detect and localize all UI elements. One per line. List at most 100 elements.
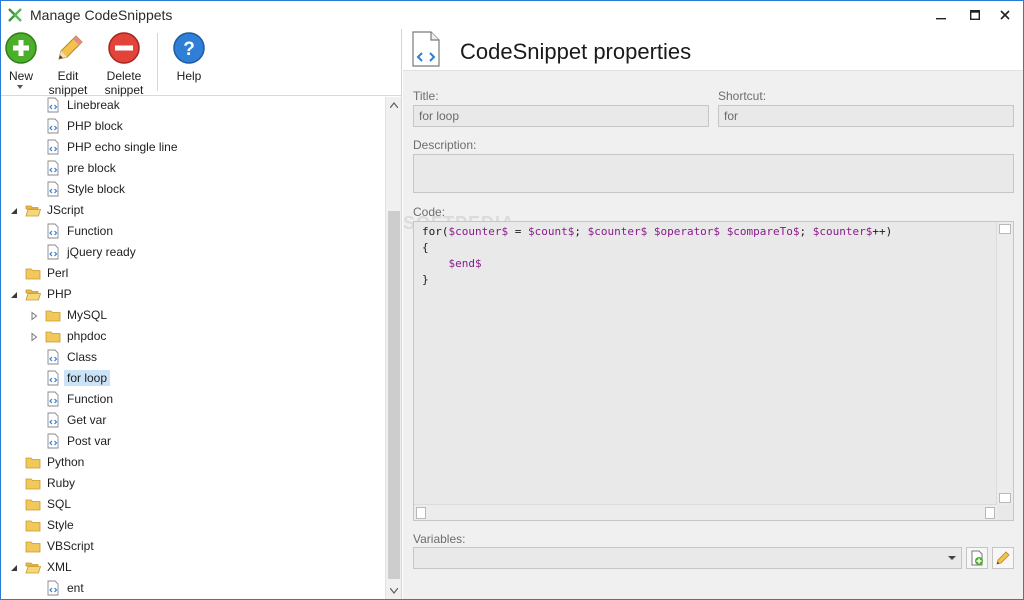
tree-item[interactable]: for loop xyxy=(29,368,111,388)
delete-label-1: Delete xyxy=(106,69,142,83)
description-label: Description: xyxy=(413,138,477,152)
folder-icon xyxy=(25,520,41,532)
tree-item-label: Class xyxy=(67,350,98,364)
collapsed-arrow-icon[interactable] xyxy=(29,310,39,321)
tree-item-label: pre block xyxy=(67,161,116,175)
new-button[interactable]: New xyxy=(3,29,39,83)
variables-dropdown[interactable] xyxy=(413,547,962,569)
tree-item[interactable]: phpdoc xyxy=(29,326,109,346)
tree-item-label: Style block xyxy=(67,182,126,196)
code-horizontal-scrollbar[interactable] xyxy=(414,504,997,520)
snippet-icon xyxy=(47,97,59,113)
tree-item[interactable]: pre block xyxy=(29,158,119,178)
tree-item[interactable]: Style block xyxy=(29,179,128,199)
snippet-icon xyxy=(47,580,59,596)
tree-item[interactable]: Post var xyxy=(29,431,114,451)
code-scroll-up-button[interactable] xyxy=(999,224,1011,234)
tree-item[interactable]: ent xyxy=(29,578,87,598)
new-label: New xyxy=(8,69,33,83)
tree-item-label: Function xyxy=(67,392,114,406)
description-textarea[interactable] xyxy=(413,154,1014,193)
window-title: Manage CodeSnippets xyxy=(30,7,173,23)
collapsed-arrow-icon[interactable] xyxy=(29,331,39,342)
code-scroll-left-button[interactable] xyxy=(416,507,426,519)
tree-item[interactable]: Class xyxy=(29,347,100,367)
chevron-down-icon xyxy=(390,588,398,594)
snippet-tree[interactable]: Linebreak PHP block PHP echo single line pr… xyxy=(1,97,385,599)
toolbar-separator xyxy=(157,33,158,91)
minus-icon xyxy=(108,32,140,64)
code-scroll-right-button[interactable] xyxy=(985,507,995,519)
question-icon: ? xyxy=(173,32,205,64)
help-button[interactable]: ? Help xyxy=(169,29,209,83)
expanded-arrow-icon[interactable] xyxy=(9,289,19,299)
tree-item[interactable]: MySQL xyxy=(29,305,110,325)
folder-open-icon xyxy=(25,289,41,301)
edit-snippet-button[interactable]: Edit snippet xyxy=(45,29,91,97)
edit-variable-button[interactable] xyxy=(992,547,1014,569)
close-button[interactable] xyxy=(989,1,1021,29)
properties-header: CodeSnippet properties xyxy=(403,29,1023,71)
title-input[interactable] xyxy=(413,105,709,127)
code-content[interactable]: for($counter$ = $count$; $counter$ $oper… xyxy=(422,224,892,288)
folder-icon xyxy=(25,541,41,553)
shortcut-input[interactable] xyxy=(718,105,1014,127)
tree-item[interactable]: PHP echo single line xyxy=(29,137,181,157)
delete-snippet-button[interactable]: Delete snippet xyxy=(99,29,149,97)
edit-label-2: snippet xyxy=(48,83,88,97)
tree-item-label: ent xyxy=(67,581,84,595)
snippet-icon xyxy=(47,349,59,365)
maximize-button[interactable] xyxy=(959,1,991,29)
help-label: Help xyxy=(176,69,202,83)
tree-item[interactable]: Style xyxy=(9,515,77,535)
scroll-thumb[interactable] xyxy=(388,211,400,579)
delete-label-2: snippet xyxy=(104,83,144,97)
tree-item[interactable]: PHP xyxy=(9,284,75,304)
folder-icon xyxy=(45,331,61,343)
tree-item-label: Post var xyxy=(67,434,112,448)
minimize-button[interactable] xyxy=(925,1,957,29)
code-editor[interactable]: for($counter$ = $count$; $counter$ $oper… xyxy=(413,221,1014,521)
tree-item[interactable]: Function xyxy=(29,389,116,409)
tree-item[interactable]: VBScript xyxy=(9,536,97,556)
tree-item[interactable]: PHP block xyxy=(29,116,126,136)
tree-item[interactable]: JScript xyxy=(9,200,87,220)
code-scroll-down-button[interactable] xyxy=(999,493,1011,503)
tree-item[interactable]: XML xyxy=(9,557,75,577)
expanded-arrow-icon[interactable] xyxy=(9,562,19,572)
toolbar: New Edit snippet Delete snippet ? Help xyxy=(1,29,401,97)
code-vertical-scrollbar[interactable] xyxy=(996,222,1013,505)
tree-item-label: Function xyxy=(67,224,114,238)
add-variable-button[interactable] xyxy=(966,547,988,569)
snippet-icon xyxy=(47,181,59,197)
tree-item[interactable]: Ruby xyxy=(9,473,78,493)
snippet-icon xyxy=(47,244,59,260)
folder-icon xyxy=(25,268,41,280)
tree-item[interactable]: Function xyxy=(29,221,116,241)
tree-item[interactable]: Linebreak xyxy=(29,97,123,115)
tree-item[interactable]: Get var xyxy=(29,410,109,430)
tree-item[interactable]: Python xyxy=(9,452,87,472)
pencil-icon xyxy=(996,551,1010,565)
scroll-down-button[interactable] xyxy=(386,583,402,599)
shortcut-label: Shortcut: xyxy=(718,89,767,103)
expanded-arrow-icon[interactable] xyxy=(9,205,19,215)
tree-item[interactable]: jQuery ready xyxy=(29,242,139,262)
tree-item[interactable]: Perl xyxy=(9,263,71,283)
tree-item[interactable]: SQL xyxy=(9,494,74,514)
scroll-up-button[interactable] xyxy=(386,97,402,113)
svg-text:?: ? xyxy=(183,39,195,60)
tree-item-label: Perl xyxy=(47,266,69,280)
tree-item-label: jQuery ready xyxy=(67,245,136,259)
new-dropdown-arrow-icon[interactable] xyxy=(17,85,23,89)
snippet-icon xyxy=(47,433,59,449)
tree-scrollbar[interactable] xyxy=(385,97,401,599)
